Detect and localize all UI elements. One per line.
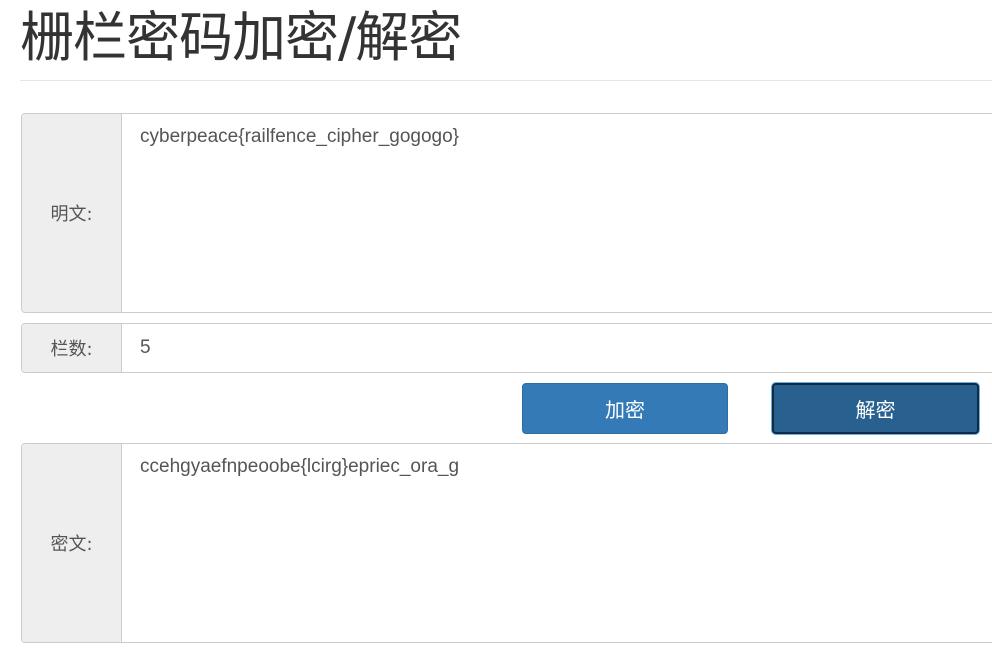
rails-input[interactable] (122, 324, 992, 372)
decrypt-button[interactable]: 解密 (772, 383, 979, 434)
ciphertext-group: 密文: ccehgyaefnpeoobe{lcirg}epriec_ora_g (21, 443, 992, 643)
plaintext-textarea[interactable]: cyberpeace{railfence_cipher_gogogo} (122, 114, 992, 312)
rails-label: 栏数: (22, 324, 122, 372)
encrypt-button[interactable]: 加密 (522, 383, 728, 434)
page-title: 栅栏密码加密/解密 (20, 6, 462, 69)
page: 栅栏密码加密/解密 明文: cyberpeace{railfence_ciphe… (0, 0, 992, 656)
ciphertext-label: 密文: (22, 444, 122, 642)
title-divider (20, 80, 992, 81)
plaintext-label: 明文: (22, 114, 122, 312)
plaintext-group: 明文: cyberpeace{railfence_cipher_gogogo} (21, 113, 992, 313)
rails-group: 栏数: (21, 323, 992, 373)
ciphertext-textarea[interactable]: ccehgyaefnpeoobe{lcirg}epriec_ora_g (122, 444, 992, 642)
